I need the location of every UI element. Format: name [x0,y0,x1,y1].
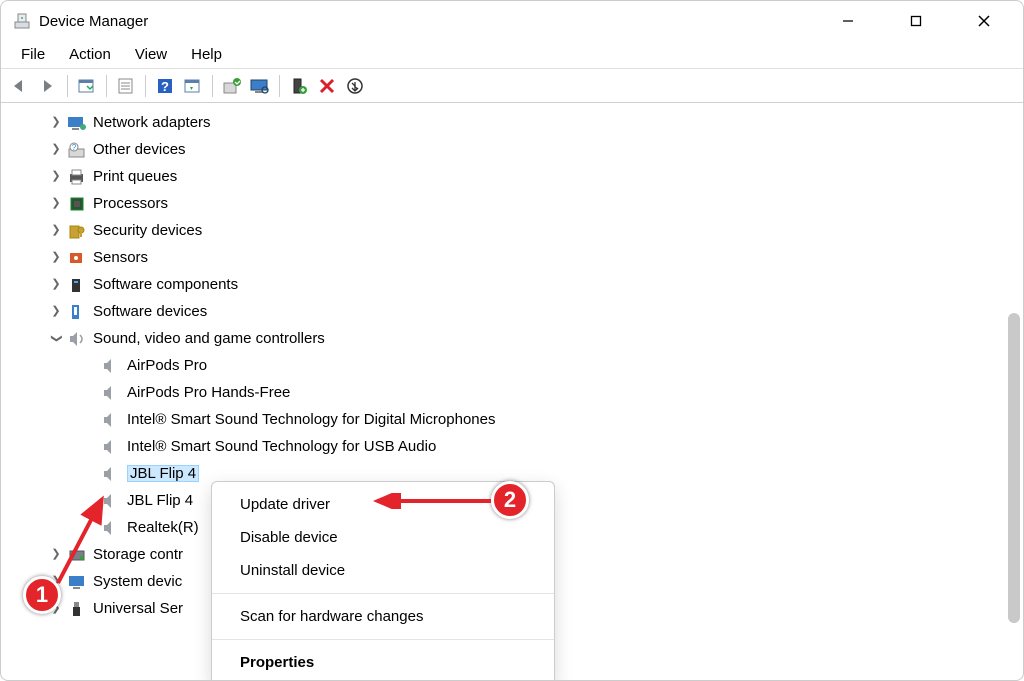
menu-file[interactable]: File [9,43,57,66]
category-label: Network adapters [93,115,211,130]
device-item[interactable]: AirPods Pro Hands-Free [5,379,1023,406]
update-driver-button[interactable] [219,73,245,99]
device-label: JBL Flip 4 [127,493,193,508]
speaker-icon [101,383,121,403]
category-label: Processors [93,196,168,211]
window-title: Device Manager [39,13,148,30]
menu-disable-device[interactable]: Disable device [212,521,554,554]
enable-device-button[interactable] [286,73,312,99]
show-hide-console-button[interactable] [74,73,100,99]
menu-update-driver[interactable]: Update driver [212,488,554,521]
category-label: System devic [93,574,182,589]
close-button[interactable] [961,6,1007,36]
device-label: AirPods Pro [127,358,207,373]
svg-text:?: ? [72,143,77,152]
chevron-right-icon[interactable]: ❯ [49,225,63,236]
category-label: Storage contr [93,547,183,562]
speaker-icon [101,518,121,538]
category-label: Software devices [93,304,207,319]
category-label: Sensors [93,250,148,265]
speaker-icon [101,410,121,430]
sound-icon [67,329,87,349]
context-menu: Update driver Disable device Uninstall d… [211,481,555,681]
speaker-icon [101,356,121,376]
menubar: File Action View Help [1,41,1023,69]
maximize-button[interactable] [893,6,939,36]
device-label: Intel® Smart Sound Technology for Digita… [127,412,495,427]
menu-scan-hardware[interactable]: Scan for hardware changes [212,600,554,633]
menu-properties[interactable]: Properties [212,646,554,679]
app-icon [13,12,31,30]
category-security[interactable]: ❯ Security devices [5,217,1023,244]
network-icon [67,113,87,133]
software-comp-icon [67,275,87,295]
category-print[interactable]: ❯ Print queues [5,163,1023,190]
device-item[interactable]: AirPods Pro [5,352,1023,379]
back-button[interactable] [7,73,33,99]
uninstall-button[interactable] [342,73,368,99]
chevron-right-icon[interactable]: ❯ [49,576,63,587]
category-software-components[interactable]: ❯ Software components [5,271,1023,298]
category-label: Software components [93,277,238,292]
help-button[interactable]: ? [152,73,178,99]
device-label: JBL Flip 4 [127,465,199,482]
svg-text:?: ? [161,79,169,94]
device-manager-window: Device Manager File Action View Help [0,0,1024,681]
scan-button[interactable] [247,73,273,99]
speaker-icon [101,464,121,484]
menu-action[interactable]: Action [57,43,123,66]
device-label: AirPods Pro Hands-Free [127,385,290,400]
category-label: Security devices [93,223,202,238]
menu-separator [212,639,554,640]
system-icon [67,572,87,592]
chevron-right-icon[interactable]: ❯ [49,279,63,290]
security-icon [67,221,87,241]
speaker-icon [101,437,121,457]
category-other[interactable]: ❯ ? Other devices [5,136,1023,163]
usb-icon [67,599,87,619]
speaker-icon [101,491,121,511]
window-controls [825,6,1017,36]
forward-button[interactable] [35,73,61,99]
titlebar: Device Manager [1,1,1023,41]
software-dev-icon [67,302,87,322]
menu-help[interactable]: Help [179,43,234,66]
chevron-right-icon[interactable]: ❯ [49,252,63,263]
chevron-right-icon[interactable]: ❯ [49,198,63,209]
category-network[interactable]: ❯ Network adapters [5,109,1023,136]
sensor-icon [67,248,87,268]
device-item[interactable]: Intel® Smart Sound Technology for Digita… [5,406,1023,433]
chevron-right-icon[interactable]: ❯ [49,171,63,182]
category-sound[interactable]: ❯ Sound, video and game controllers [5,325,1023,352]
remove-device-button[interactable] [314,73,340,99]
menu-uninstall-device[interactable]: Uninstall device [212,554,554,587]
device-label: Intel® Smart Sound Technology for USB Au… [127,439,436,454]
cpu-icon [67,194,87,214]
menu-view[interactable]: View [123,43,179,66]
properties-button[interactable] [113,73,139,99]
toolbar: ? [1,69,1023,103]
category-label: Other devices [93,142,186,157]
chevron-right-icon[interactable]: ❯ [49,144,63,155]
device-label: Realtek(R) [127,520,199,535]
scrollbar[interactable] [1008,313,1020,623]
chevron-right-icon[interactable]: ❯ [49,117,63,128]
category-software-devices[interactable]: ❯ Software devices [5,298,1023,325]
device-item[interactable]: Intel® Smart Sound Technology for USB Au… [5,433,1023,460]
chevron-right-icon[interactable]: ❯ [49,603,63,614]
category-label: Sound, video and game controllers [93,331,325,346]
category-processors[interactable]: ❯ Processors [5,190,1023,217]
printer-icon [67,167,87,187]
category-label: Print queues [93,169,177,184]
chevron-down-icon[interactable]: ❯ [51,332,62,346]
chevron-right-icon[interactable]: ❯ [49,306,63,317]
other-icon: ? [67,140,87,160]
action-button[interactable] [180,73,206,99]
menu-separator [212,593,554,594]
minimize-button[interactable] [825,6,871,36]
chevron-right-icon[interactable]: ❯ [49,549,63,560]
storage-icon [67,545,87,565]
category-label: Universal Ser [93,601,183,616]
category-sensors[interactable]: ❯ Sensors [5,244,1023,271]
